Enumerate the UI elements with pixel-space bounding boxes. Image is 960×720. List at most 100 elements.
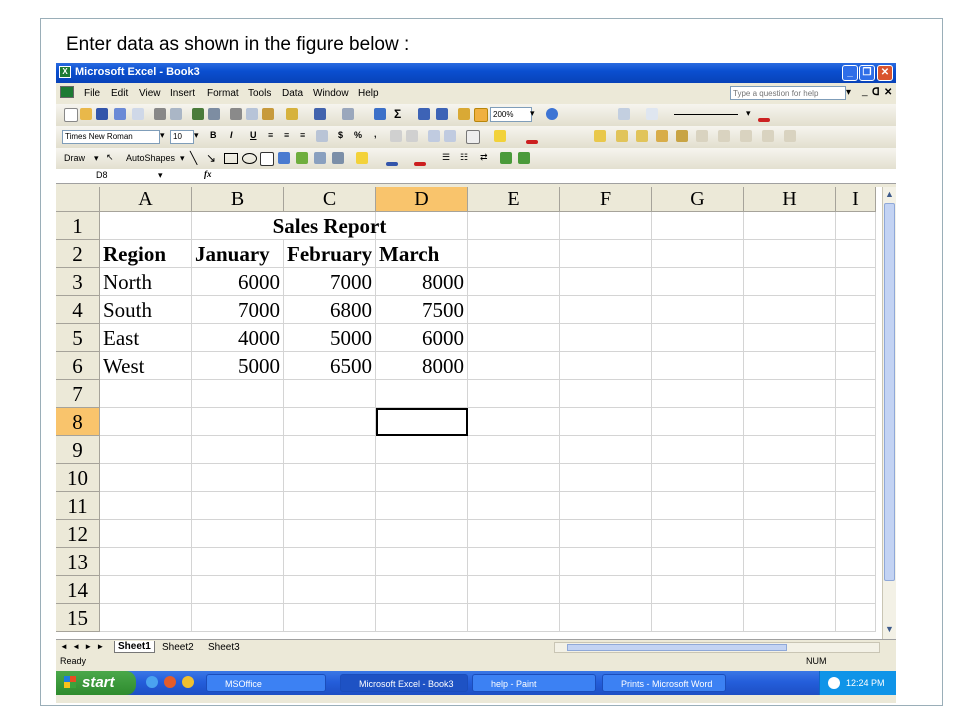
cell-g3[interactable] bbox=[652, 268, 744, 296]
cell-h2[interactable] bbox=[744, 240, 836, 268]
zoom-box[interactable]: 200% bbox=[490, 107, 532, 122]
cell-g7[interactable] bbox=[652, 380, 744, 408]
help-search-input[interactable] bbox=[730, 86, 846, 100]
show-desktop-icon[interactable] bbox=[182, 676, 194, 688]
hyperlink-icon[interactable] bbox=[374, 108, 386, 120]
align-center-icon[interactable]: ≡ bbox=[284, 130, 289, 140]
diagram-icon[interactable] bbox=[296, 152, 308, 164]
cell-d5[interactable]: 6000 bbox=[376, 324, 468, 352]
copy-icon[interactable] bbox=[246, 108, 258, 120]
row-header-1[interactable]: 1 bbox=[56, 212, 100, 240]
cell-b3[interactable]: 6000 bbox=[192, 268, 284, 296]
cell-h11[interactable] bbox=[744, 492, 836, 520]
italic-button[interactable]: I bbox=[230, 130, 233, 140]
cell-f10[interactable] bbox=[560, 464, 652, 492]
cell-c2[interactable]: February bbox=[284, 240, 376, 268]
cell-i13[interactable] bbox=[836, 548, 876, 576]
bold-button[interactable]: B bbox=[210, 130, 217, 140]
cell-c10[interactable] bbox=[284, 464, 376, 492]
cell-e2[interactable] bbox=[468, 240, 560, 268]
restore-button[interactable]: ❐ bbox=[859, 65, 875, 81]
new-icon[interactable] bbox=[64, 108, 78, 122]
cell-d4[interactable]: 7500 bbox=[376, 296, 468, 324]
cell-g14[interactable] bbox=[652, 576, 744, 604]
cell-f14[interactable] bbox=[560, 576, 652, 604]
align-right-icon[interactable]: ≡ bbox=[300, 130, 305, 140]
3d-icon[interactable] bbox=[518, 152, 530, 164]
chart-wizard-icon[interactable] bbox=[458, 108, 470, 120]
tab-sheet3[interactable]: Sheet3 bbox=[208, 642, 240, 653]
cell-h9[interactable] bbox=[744, 436, 836, 464]
cell-d10[interactable] bbox=[376, 464, 468, 492]
increase-decimal-icon[interactable] bbox=[390, 130, 402, 142]
cell-f6[interactable] bbox=[560, 352, 652, 380]
cell-h6[interactable] bbox=[744, 352, 836, 380]
row-header-10[interactable]: 10 bbox=[56, 464, 100, 492]
shadow-icon[interactable] bbox=[500, 152, 512, 164]
cell-a2[interactable]: Region bbox=[100, 240, 192, 268]
cell-e10[interactable] bbox=[468, 464, 560, 492]
textbox-icon[interactable] bbox=[260, 152, 274, 166]
cell-e7[interactable] bbox=[468, 380, 560, 408]
cell-h12[interactable] bbox=[744, 520, 836, 548]
row-header-3[interactable]: 3 bbox=[56, 268, 100, 296]
cell-b11[interactable] bbox=[192, 492, 284, 520]
menu-data[interactable]: Data bbox=[282, 88, 303, 99]
row-header-7[interactable]: 7 bbox=[56, 380, 100, 408]
menu-tools[interactable]: Tools bbox=[248, 88, 271, 99]
review-delete-icon[interactable] bbox=[718, 130, 730, 142]
row-header-8[interactable]: 8 bbox=[56, 408, 100, 436]
cell-a3[interactable]: North bbox=[100, 268, 192, 296]
draw-menu[interactable]: Draw bbox=[64, 153, 85, 163]
column-header-f[interactable]: F bbox=[560, 187, 652, 212]
cell-i9[interactable] bbox=[836, 436, 876, 464]
cell-a11[interactable] bbox=[100, 492, 192, 520]
title-bar[interactable]: X Microsoft Excel - Book3 _ ❐ ✕ bbox=[56, 63, 896, 83]
cell-e11[interactable] bbox=[468, 492, 560, 520]
align-left-icon[interactable]: ≡ bbox=[268, 130, 273, 140]
font-size-box[interactable]: 10 bbox=[170, 130, 194, 144]
cell-d12[interactable] bbox=[376, 520, 468, 548]
cell-a8[interactable] bbox=[100, 408, 192, 436]
vertical-scrollbar[interactable]: ▲ ▼ bbox=[882, 187, 896, 639]
cell-d9[interactable] bbox=[376, 436, 468, 464]
autosum-icon[interactable]: Σ bbox=[394, 107, 401, 121]
cell-d8[interactable] bbox=[376, 408, 468, 436]
format-painter-icon[interactable] bbox=[286, 108, 298, 120]
cell-h3[interactable] bbox=[744, 268, 836, 296]
cell-i14[interactable] bbox=[836, 576, 876, 604]
cell-f11[interactable] bbox=[560, 492, 652, 520]
cell-d7[interactable] bbox=[376, 380, 468, 408]
menu-view[interactable]: View bbox=[139, 88, 161, 99]
media-player-icon[interactable] bbox=[164, 676, 176, 688]
cell-i8[interactable] bbox=[836, 408, 876, 436]
percent-button[interactable]: % bbox=[354, 130, 362, 140]
cell-b1[interactable]: Sales Report bbox=[192, 212, 468, 240]
cell-i12[interactable] bbox=[836, 520, 876, 548]
cell-a1[interactable] bbox=[100, 212, 192, 240]
tray-icon[interactable] bbox=[828, 677, 840, 689]
row-header-2[interactable]: 2 bbox=[56, 240, 100, 268]
underline-button[interactable]: U bbox=[250, 130, 257, 140]
help-icon[interactable] bbox=[546, 108, 558, 120]
review-end-icon[interactable] bbox=[784, 130, 796, 142]
column-header-e[interactable]: E bbox=[468, 187, 560, 212]
cell-d15[interactable] bbox=[376, 604, 468, 632]
scroll-down-icon[interactable]: ▼ bbox=[885, 624, 894, 634]
cell-h10[interactable] bbox=[744, 464, 836, 492]
cell-c14[interactable] bbox=[284, 576, 376, 604]
fx-label[interactable]: fx bbox=[204, 169, 212, 179]
cell-a14[interactable] bbox=[100, 576, 192, 604]
scroll-up-icon[interactable]: ▲ bbox=[885, 189, 894, 199]
cell-a12[interactable] bbox=[100, 520, 192, 548]
menu-insert[interactable]: Insert bbox=[170, 88, 195, 99]
row-header-6[interactable]: 6 bbox=[56, 352, 100, 380]
task-excel[interactable]: Microsoft Excel - Book3 bbox=[340, 674, 468, 692]
cell-e12[interactable] bbox=[468, 520, 560, 548]
cell-g6[interactable] bbox=[652, 352, 744, 380]
open-icon[interactable] bbox=[80, 108, 92, 120]
decrease-indent-icon[interactable] bbox=[428, 130, 440, 142]
cell-e4[interactable] bbox=[468, 296, 560, 324]
review-next-icon[interactable] bbox=[636, 130, 648, 142]
cell-h13[interactable] bbox=[744, 548, 836, 576]
